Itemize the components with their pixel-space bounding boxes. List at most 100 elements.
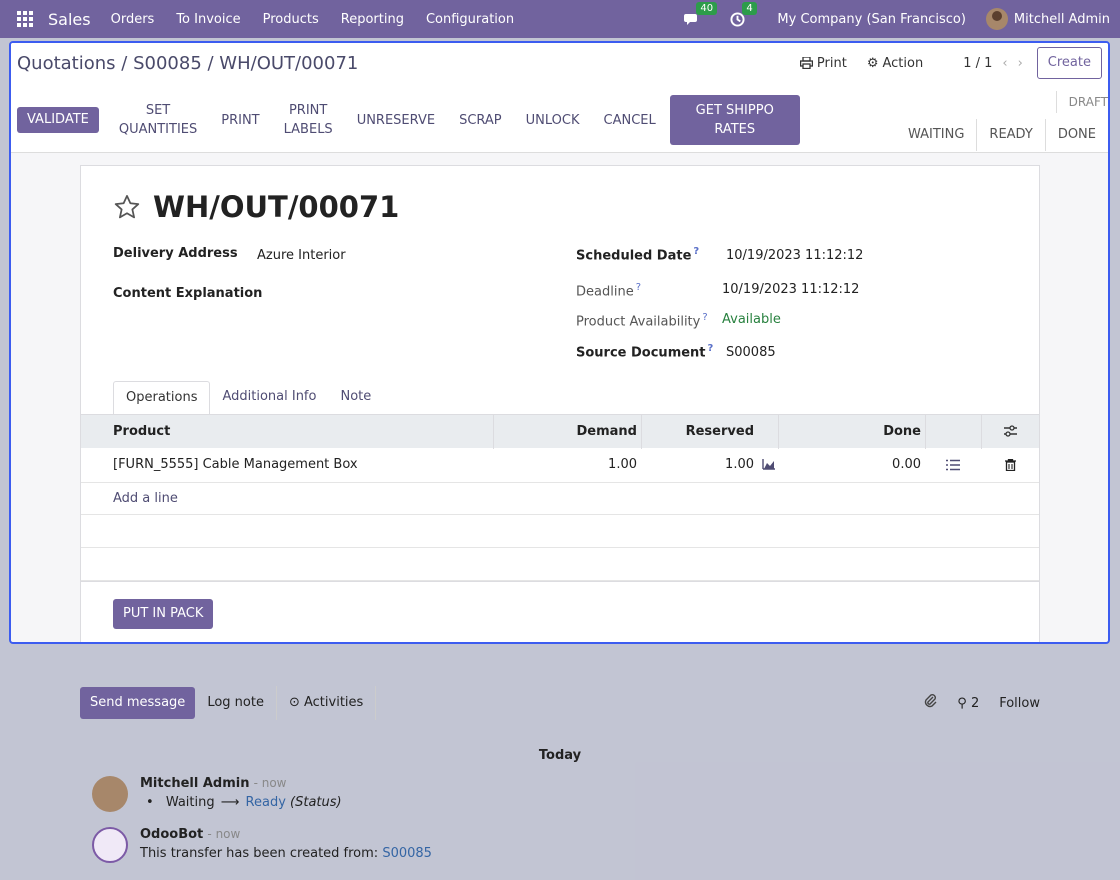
action-buttons: Validate Set Quantities Print Print Labe… [17, 95, 800, 145]
source-document-label: Source Document? [576, 343, 713, 360]
notebook-tabs: Operations Additional Info Note [113, 381, 383, 415]
user-avatar[interactable] [985, 8, 1008, 30]
sliders-icon [1004, 425, 1017, 437]
availability-value: Available [722, 312, 781, 327]
source-link[interactable]: S00085 [382, 846, 432, 861]
trash-icon[interactable] [981, 448, 1039, 482]
put-in-pack-button[interactable]: Put in Pack [113, 599, 214, 629]
get-shippo-rates-button[interactable]: Get Shippo Rates [669, 95, 800, 145]
chatter-topbar: Send message Log note ⊙ Activities ⚲ 2 F… [80, 686, 1040, 720]
print-menu[interactable]: Print [799, 55, 847, 71]
print-menu-label: Print [816, 55, 847, 71]
column-done[interactable]: Done [778, 414, 925, 449]
breadcrumb-order[interactable]: S00085 [133, 53, 202, 74]
table-row[interactable]: [FURN_5555] Cable Management Box 1.00 1.… [81, 448, 1039, 483]
menu-products[interactable]: Products [263, 12, 319, 27]
chevron-left-icon[interactable]: ‹ [1002, 56, 1007, 71]
cell-reserved: 1.00 [641, 448, 778, 482]
optional-columns-toggle[interactable] [981, 414, 1039, 449]
help-icon[interactable]: ? [636, 282, 641, 293]
deadline-label: Deadline? [576, 282, 641, 299]
star-icon[interactable] [113, 193, 141, 221]
breadcrumb-quotations[interactable]: Quotations [17, 53, 116, 74]
detailed-operations-icon[interactable] [925, 448, 981, 482]
breadcrumb-separator: / [121, 53, 134, 74]
tracking-value: • Waiting ⟶ Ready (Status) [140, 795, 342, 810]
print-labels-line2: Labels [283, 122, 333, 137]
tab-operations[interactable]: Operations [113, 381, 211, 415]
old-value: Waiting [165, 795, 215, 810]
print-labels-button[interactable]: Print Labels [272, 101, 345, 139]
control-panel: Quotations / S00085 / WH/OUT/00071 Print… [11, 43, 1108, 153]
user-menu[interactable]: Mitchell Admin [1014, 12, 1110, 27]
create-button[interactable]: Create [1036, 47, 1102, 79]
unlock-button[interactable]: Unlock [514, 111, 592, 130]
follow-button[interactable]: Follow [999, 696, 1040, 711]
shippo-line1: Get Shippo [695, 103, 774, 118]
followers-button[interactable]: ⚲ 2 [957, 696, 979, 711]
pager: 1 / 1 ‹ › [963, 56, 1023, 71]
breadcrumb-current: WH/OUT/00071 [219, 53, 359, 74]
tab-note[interactable]: Note [328, 381, 383, 415]
breadcrumb-separator: / [207, 53, 220, 74]
menu-orders[interactable]: Orders [111, 12, 155, 27]
message-text: This transfer has been created from: [140, 846, 379, 861]
unreserve-button[interactable]: Unreserve [345, 111, 447, 130]
source-document-label-text: Source Document [576, 345, 706, 361]
status-draft[interactable]: DRAFT [1055, 91, 1108, 113]
print-button[interactable]: Print [209, 111, 271, 130]
send-message-button[interactable]: Send message [80, 687, 196, 719]
breadcrumb: Quotations / S00085 / WH/OUT/00071 [17, 53, 358, 74]
set-quantities-button[interactable]: Set Quantities [107, 101, 209, 139]
message-body: This transfer has been created from: S00… [140, 846, 432, 861]
cell-done[interactable]: 0.00 [778, 448, 925, 482]
help-icon[interactable]: ? [702, 312, 707, 323]
column-demand[interactable]: Demand [493, 414, 641, 449]
reserved-value: 1.00 [725, 457, 754, 472]
chevron-right-icon[interactable]: › [1018, 56, 1023, 71]
activity-menu[interactable]: 4 [730, 1, 757, 27]
delivery-address-field[interactable]: Azure Interior [257, 248, 346, 263]
scrap-button[interactable]: Scrap [447, 111, 514, 130]
deadline-label-text: Deadline [576, 284, 634, 300]
column-product[interactable]: Product [81, 415, 493, 449]
arrow-right-icon: ⟶ [220, 795, 240, 810]
status-ready[interactable]: Ready [976, 119, 1044, 151]
menu-reporting[interactable]: Reporting [341, 12, 404, 27]
paperclip-icon[interactable] [923, 693, 937, 713]
company-switcher[interactable]: My Company (San Francisco) [777, 12, 965, 27]
menu-configuration[interactable]: Configuration [426, 12, 514, 27]
shippo-line2: Rates [714, 122, 756, 137]
messaging-menu[interactable]: 40 [684, 2, 718, 26]
validate-button[interactable]: Validate [17, 107, 99, 133]
log-note-button[interactable]: Log note [195, 686, 277, 720]
action-menu[interactable]: ⚙ Action [867, 56, 923, 71]
scheduled-date-field[interactable]: 10/19/2023 11:12:12 [726, 248, 863, 263]
person-icon: ⚲ [957, 695, 967, 711]
top-navbar: Sales Orders To Invoice Products Reporti… [0, 0, 1120, 38]
author-avatar [92, 776, 128, 812]
status-done[interactable]: Done [1044, 119, 1108, 151]
menu-to-invoice[interactable]: To Invoice [176, 12, 240, 27]
activities-button[interactable]: ⊙ Activities [277, 686, 377, 720]
help-icon[interactable]: ? [693, 246, 699, 257]
set-quantities-line2: Quantities [118, 122, 198, 137]
tracked-field: (Status) [290, 795, 342, 810]
message-author: OdooBot [140, 827, 204, 842]
area-chart-icon[interactable] [762, 458, 776, 470]
status-waiting[interactable]: Waiting [896, 119, 976, 151]
column-reserved[interactable]: Reserved [641, 414, 778, 449]
help-icon[interactable]: ? [708, 343, 714, 354]
source-document-field[interactable]: S00085 [726, 345, 776, 360]
app-brand[interactable]: Sales [48, 10, 91, 29]
cancel-button[interactable]: Cancel [592, 111, 668, 130]
apps-menu-icon[interactable] [17, 11, 33, 27]
add-line-link[interactable]: Add a line [81, 483, 1039, 515]
cell-product[interactable]: [FURN_5555] Cable Management Box [81, 448, 493, 482]
deadline-field: 10/19/2023 11:12:12 [722, 282, 860, 297]
tab-additional-info[interactable]: Additional Info [210, 381, 328, 415]
pager-value[interactable]: 1 / 1 [963, 56, 992, 71]
followers-count: 2 [970, 695, 980, 711]
message-time: - now [253, 776, 287, 790]
chatter: Send message Log note ⊙ Activities ⚲ 2 F… [80, 686, 1040, 863]
